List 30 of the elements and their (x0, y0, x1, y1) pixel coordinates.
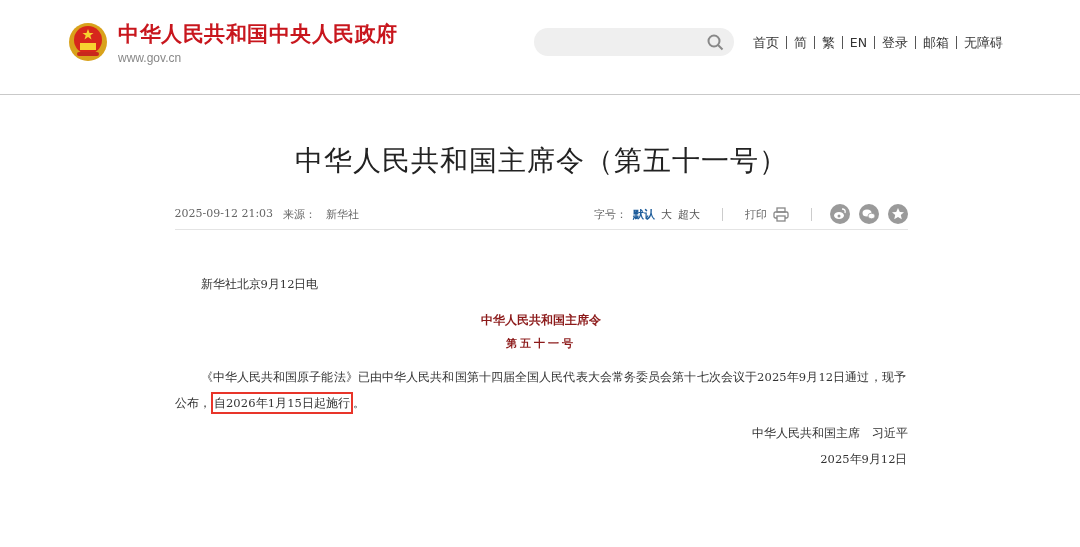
nav-link[interactable]: 登录 (874, 35, 915, 49)
nav-link[interactable]: 邮箱 (915, 35, 956, 49)
printer-icon[interactable] (772, 206, 789, 222)
publish-time: 2025-09-12 21:03 (174, 206, 274, 222)
font-size-label: 字号： (593, 206, 627, 222)
dateline-text: 新华社北京9月12日电 (199, 276, 320, 293)
chat-bubbles-icon[interactable] (858, 204, 879, 224)
signing-date: 2025年9月12日 (819, 451, 908, 468)
site-name[interactable]: 中华人民共和国中央人民政府 (118, 19, 398, 48)
search-icon[interactable] (706, 33, 724, 51)
font-size-option[interactable]: 大 (660, 206, 672, 222)
nav-link[interactable]: 简 (785, 35, 814, 49)
font-size-option[interactable]: 超大 (677, 206, 700, 222)
article-title: 中华人民共和国主席令（第五十一号） (293, 143, 789, 179)
nav-link[interactable]: EN (841, 35, 874, 49)
nav-link[interactable]: 繁 (813, 35, 842, 49)
nav-link[interactable]: 首页 (745, 35, 786, 49)
nav-link[interactable]: 无障碍 (956, 35, 1010, 49)
order-title: 中华人民共和国主席令 (480, 312, 602, 329)
body-paragraph: 《中华人民共和国原子能法》已由中华人民共和国第十四届全国人民代表大会常务委员会第十七次会议于2025年9月12日通过，现予公布， 自2026年1月15日起施行 。 (174, 364, 908, 416)
source-label: 来源： (283, 206, 317, 222)
emblem-icon (68, 22, 108, 62)
swirl-icon[interactable] (829, 204, 850, 224)
order-number: 第五十一号 (505, 336, 577, 351)
font-size-option[interactable]: 默认 (632, 206, 655, 222)
print-link[interactable]: 打印 (744, 206, 767, 222)
search-field[interactable] (533, 28, 734, 56)
signature: 中华人民共和国主席 习近平 (750, 425, 908, 442)
source-name: 新华社 (326, 206, 360, 222)
site-url[interactable]: www.gov.cn (118, 50, 398, 65)
